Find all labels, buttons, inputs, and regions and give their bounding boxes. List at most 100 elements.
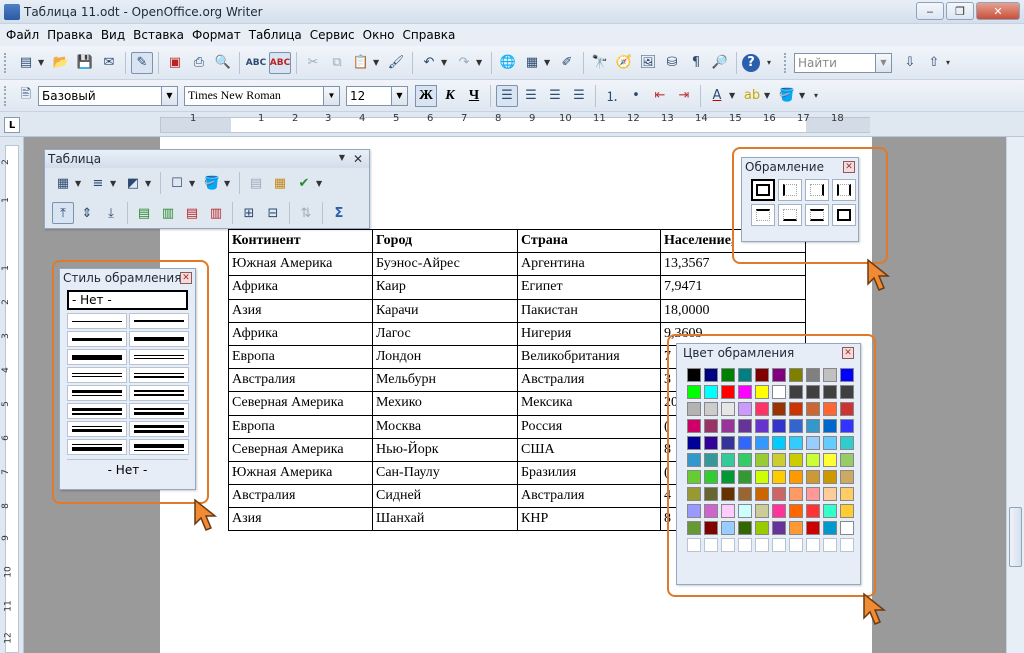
color-swatch[interactable] — [721, 453, 735, 467]
format-paintbrush-icon[interactable]: 🖌 — [385, 52, 407, 74]
table-cell[interactable]: Россия — [517, 414, 661, 439]
redo-dropdown-icon[interactable]: ▼ — [476, 58, 484, 67]
table-cell[interactable]: Африка — [228, 321, 373, 346]
toolbar-grip[interactable] — [4, 85, 8, 106]
color-swatch[interactable] — [721, 385, 735, 399]
border-none-option[interactable] — [751, 179, 775, 201]
horizontal-ruler[interactable]: L 1 1 2 3 4 5 6 7 8 9 10 11 12 13 14 15 … — [0, 112, 1024, 137]
color-swatch[interactable] — [704, 419, 718, 433]
color-swatch[interactable] — [806, 470, 820, 484]
color-swatch[interactable] — [806, 368, 820, 382]
color-swatch[interactable] — [704, 470, 718, 484]
align-center-icon[interactable]: ☰ — [520, 85, 542, 107]
table-cell[interactable]: Шанхай — [372, 507, 518, 532]
autoformat-icon[interactable]: ✔ — [293, 172, 315, 194]
menu-format[interactable]: Формат — [190, 28, 247, 42]
color-swatch[interactable] — [772, 419, 786, 433]
color-swatch[interactable] — [755, 385, 769, 399]
panel-close-icon[interactable]: ✕ — [843, 161, 855, 173]
toolbar-close-icon[interactable]: ✕ — [353, 152, 363, 166]
table-cell[interactable]: Буэнос-Айрес — [372, 252, 518, 277]
line-style-option[interactable] — [67, 331, 127, 347]
color-swatch[interactable] — [704, 385, 718, 399]
split-cells-icon[interactable]: ▦ — [269, 172, 291, 194]
line-style-option[interactable] — [129, 439, 189, 455]
color-swatch[interactable] — [721, 368, 735, 382]
navigator-icon[interactable]: 🧭 — [613, 52, 635, 74]
color-swatch[interactable] — [687, 470, 701, 484]
color-swatch[interactable] — [687, 385, 701, 399]
color-swatch[interactable] — [687, 419, 701, 433]
color-swatch[interactable] — [704, 487, 718, 501]
table-cell[interactable]: Сидней — [372, 484, 518, 509]
color-swatch[interactable] — [721, 521, 735, 535]
table-cell[interactable]: Австралия — [228, 484, 373, 509]
color-swatch[interactable] — [738, 504, 752, 518]
table-cell[interactable]: Каир — [372, 275, 518, 300]
line-style-icon[interactable]: ≡ — [87, 172, 109, 194]
color-swatch[interactable] — [738, 402, 752, 416]
table-cell[interactable]: Лондон — [372, 344, 518, 370]
copy-icon[interactable]: ⧉ — [326, 52, 348, 74]
nonprinting-characters-icon[interactable]: ¶ — [685, 52, 707, 74]
line-style-option[interactable] — [129, 367, 189, 383]
minimize-button[interactable]: ‒ — [916, 2, 944, 20]
color-swatch[interactable] — [840, 538, 854, 552]
table-cell[interactable]: Аргентина — [517, 252, 661, 277]
color-swatch[interactable] — [704, 453, 718, 467]
table-cell[interactable]: Европа — [228, 414, 373, 439]
color-swatch[interactable] — [772, 538, 786, 552]
table-cell[interactable]: Мехико — [372, 391, 518, 416]
print-preview-icon[interactable]: 🔍 — [212, 52, 234, 74]
font-name-select[interactable]: Times New Roman ▼ — [184, 85, 340, 106]
color-swatch[interactable] — [772, 470, 786, 484]
table-header-cell[interactable]: Континент — [228, 228, 373, 254]
menu-edit[interactable]: Правка — [45, 28, 99, 42]
color-swatch[interactable] — [806, 521, 820, 535]
color-swatch[interactable] — [738, 487, 752, 501]
color-swatch[interactable] — [789, 504, 803, 518]
table-cell[interactable]: Лагос — [372, 321, 518, 346]
table-cell[interactable]: Египет — [517, 275, 661, 300]
color-swatch[interactable] — [755, 453, 769, 467]
color-swatch[interactable] — [755, 470, 769, 484]
color-swatch[interactable] — [687, 538, 701, 552]
menu-help[interactable]: Справка — [401, 28, 462, 42]
table-cell[interactable]: Мельбурн — [372, 368, 518, 393]
borders-panel-titlebar[interactable]: Обрамление ✕ — [742, 158, 858, 176]
color-swatch[interactable] — [840, 487, 854, 501]
menu-view[interactable]: Вид — [99, 28, 131, 42]
menu-table[interactable]: Таблица — [247, 28, 308, 42]
color-swatch[interactable] — [772, 368, 786, 382]
color-swatch[interactable] — [721, 487, 735, 501]
borders-dropdown-icon[interactable]: ▼ — [189, 179, 197, 188]
toolbar-grip[interactable] — [4, 52, 8, 73]
draw-functions-icon[interactable]: ✐ — [556, 52, 578, 74]
background-color-icon[interactable]: 🪣 — [776, 85, 798, 107]
center-vertically-icon[interactable]: ⇕ — [76, 202, 98, 224]
zoom-icon[interactable]: 🔎 — [709, 52, 731, 74]
line-color-dropdown-icon[interactable]: ▼ — [145, 179, 153, 188]
table-cell[interactable]: Европа — [228, 344, 373, 370]
color-swatch[interactable] — [823, 487, 837, 501]
table-cell[interactable]: Южная Америка — [228, 252, 373, 277]
color-swatch[interactable] — [806, 419, 820, 433]
table-cell[interactable]: 18,0000 — [660, 298, 806, 323]
color-swatch[interactable] — [755, 538, 769, 552]
line-style-dropdown-icon[interactable]: ▼ — [110, 179, 118, 188]
data-sources-icon[interactable]: ⛁ — [661, 52, 683, 74]
color-swatch[interactable] — [704, 521, 718, 535]
close-button[interactable]: ✕ — [976, 2, 1020, 20]
paragraph-style-dropdown-icon[interactable]: ▼ — [161, 86, 177, 105]
line-color-icon[interactable]: ◩ — [122, 172, 144, 194]
border-outer-option[interactable] — [832, 204, 856, 226]
spellcheck-icon[interactable]: ABC — [245, 52, 267, 74]
table-cell[interactable]: Южная Америка — [228, 460, 373, 486]
new-dropdown-icon[interactable]: ▼ — [38, 58, 46, 67]
table-cell[interactable]: Северная Америка — [228, 391, 373, 416]
color-swatch[interactable] — [823, 385, 837, 399]
border-top-option[interactable] — [751, 204, 775, 226]
border-left-right-option[interactable] — [832, 179, 856, 201]
delete-rows-icon[interactable]: ▤ — [181, 202, 203, 224]
color-swatch[interactable] — [806, 402, 820, 416]
